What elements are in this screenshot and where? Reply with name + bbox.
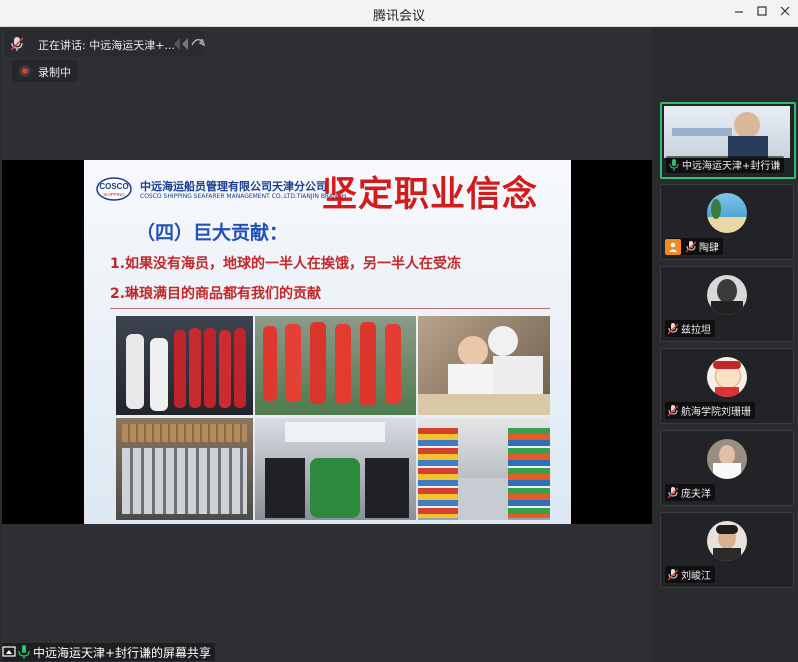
minimize-button[interactable] (728, 3, 750, 23)
slide-point-2: 2.琳琅满目的商品都有我们的贡献 (110, 286, 322, 302)
participant-namebar: 庞夫洋 (665, 484, 715, 501)
slide-divider (110, 308, 550, 309)
avatar (707, 521, 747, 561)
pointer-icon (174, 38, 206, 50)
mic-muted-icon (665, 321, 681, 337)
close-icon (780, 6, 790, 16)
participant-namebar: 刘峻江 (665, 566, 715, 583)
screen-share-icon (2, 646, 16, 657)
participant-tile[interactable]: 刘峻江 (660, 512, 794, 588)
avatar (707, 193, 747, 233)
avatar (707, 275, 747, 315)
meeting-photo (255, 418, 416, 520)
record-icon (19, 65, 31, 77)
slide-subheading: （四）巨大贡献： (136, 222, 289, 244)
participant-namebar: 兹拉坦 (665, 320, 715, 337)
user-icon (665, 238, 681, 255)
slide-title: 坚定职业信念 (322, 174, 539, 215)
window-title: 腾讯会议 (372, 9, 425, 24)
participant-name: 航海学院刘珊珊 (681, 407, 751, 418)
mic-on-icon (666, 157, 682, 173)
participant-namebar: 陶肆 (665, 238, 723, 255)
avatar (707, 439, 747, 479)
company-name: 中远海运船员管理有限公司天津分公司 (140, 180, 327, 193)
cargo-goods-photo (116, 418, 253, 520)
participant-tile[interactable]: 航海学院刘珊珊 (660, 348, 794, 424)
mic-muted-icon (683, 239, 699, 255)
participant-namebar: 中远海运天津+封行谦 (666, 156, 785, 173)
company-name-en: COSCO SHIPPING SEAFARER MANAGEMENT CO.,L… (140, 193, 347, 200)
participant-name: 兹拉坦 (681, 325, 711, 336)
participant-tile[interactable]: 陶肆 (660, 184, 794, 260)
participant-name: 陶肆 (699, 243, 719, 254)
participant-tile[interactable]: 兹拉坦 (660, 266, 794, 342)
participant-name: 刘峻江 (681, 571, 711, 582)
mic-muted-icon (10, 37, 24, 51)
ship-engine-room-photo (116, 316, 253, 415)
mic-muted-icon (665, 403, 681, 419)
minimize-icon (735, 11, 743, 13)
mic-on-icon (18, 645, 30, 659)
shared-slide: COSCO SHIPPING 中远海运船员管理有限公司天津分公司 COSCO S… (84, 160, 571, 524)
maximize-icon (757, 6, 767, 16)
logo-text-bottom: SHIPPING (103, 192, 125, 197)
cosco-logo: COSCO SHIPPING (96, 177, 132, 201)
recording-text: 录制中 (38, 66, 71, 79)
participant-namebar: 航海学院刘珊珊 (665, 402, 755, 419)
recording-indicator[interactable]: 录制中 (12, 60, 78, 82)
mic-muted-icon (665, 485, 681, 501)
maximize-button[interactable] (751, 3, 773, 23)
participant-tile-active[interactable]: 中远海运天津+封行谦 (660, 102, 796, 179)
speaking-indicator: 正在讲话: 中远海运天津+... (4, 31, 206, 57)
screen-share-text: 中远海运天津+封行谦的屏幕共享 (33, 645, 212, 660)
participant-name: 中远海运天津+封行谦 (682, 161, 781, 172)
mic-muted-icon (665, 567, 681, 583)
slide-point-1: 1.如果没有海员，地球的一半人在挨饿，另一半人在受冻 (110, 256, 462, 272)
participant-name: 庞夫洋 (681, 489, 711, 500)
ship-galley-photo (418, 316, 550, 415)
survival-suits-photo (255, 316, 416, 415)
participant-tile[interactable]: 庞夫洋 (660, 430, 794, 506)
window-titlebar: 腾讯会议 (0, 0, 798, 27)
supermarket-photo (418, 418, 550, 520)
speaking-text: 正在讲话: 中远海运天津+... (38, 39, 175, 52)
close-button[interactable] (774, 3, 796, 23)
logo-text-top: COSCO (99, 182, 128, 191)
avatar (707, 357, 747, 397)
screen-share-label: 中远海运天津+封行谦的屏幕共享 (2, 643, 216, 661)
participant-video (664, 106, 790, 158)
